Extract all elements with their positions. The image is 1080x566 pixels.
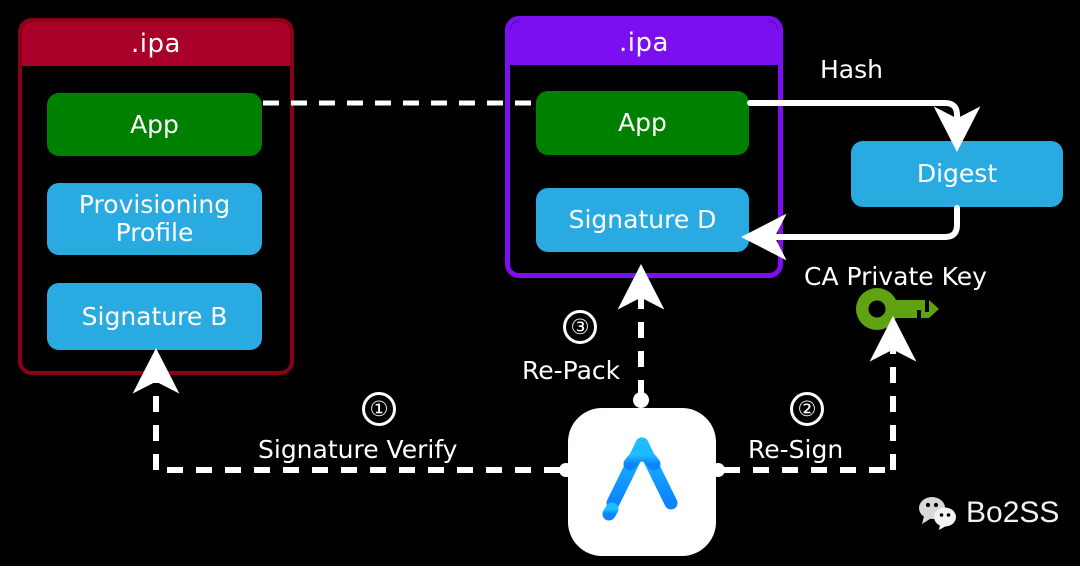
provisioning-profile-node: Provisioning Profile [47, 183, 262, 255]
signature-d-node: Signature D [536, 188, 749, 252]
step-3-repack-arrow [617, 263, 665, 408]
hash-label: Hash [820, 55, 883, 84]
digest-to-signature-arrow [740, 205, 960, 261]
app-store-glyph [595, 437, 683, 521]
step-1-label: Signature Verify [258, 435, 458, 464]
ca-private-key-label: CA Private Key [804, 262, 987, 291]
step-3-label: Re-Pack [522, 356, 621, 385]
original-app-node: App [47, 93, 262, 156]
watermark: Bo2SS [918, 496, 1059, 530]
original-ipa-header: .ipa [22, 22, 290, 66]
step-2-label: Re-Sign [748, 435, 844, 464]
digest-node: Digest [851, 141, 1063, 207]
resigned-app-node: App [536, 91, 749, 155]
signature-b-node: Signature B [47, 283, 262, 350]
step-2-number: ② [790, 392, 824, 426]
diagram-canvas: .ipa App Provisioning Profile Signature … [0, 0, 1080, 566]
resigned-ipa-header: .ipa [510, 21, 778, 65]
step-3-number: ③ [563, 310, 597, 344]
key-icon [856, 288, 939, 330]
app-store-icon[interactable] [568, 408, 716, 556]
watermark-text: Bo2SS [966, 496, 1060, 529]
step-1-number: ① [362, 392, 396, 426]
wechat-icon [919, 497, 956, 530]
